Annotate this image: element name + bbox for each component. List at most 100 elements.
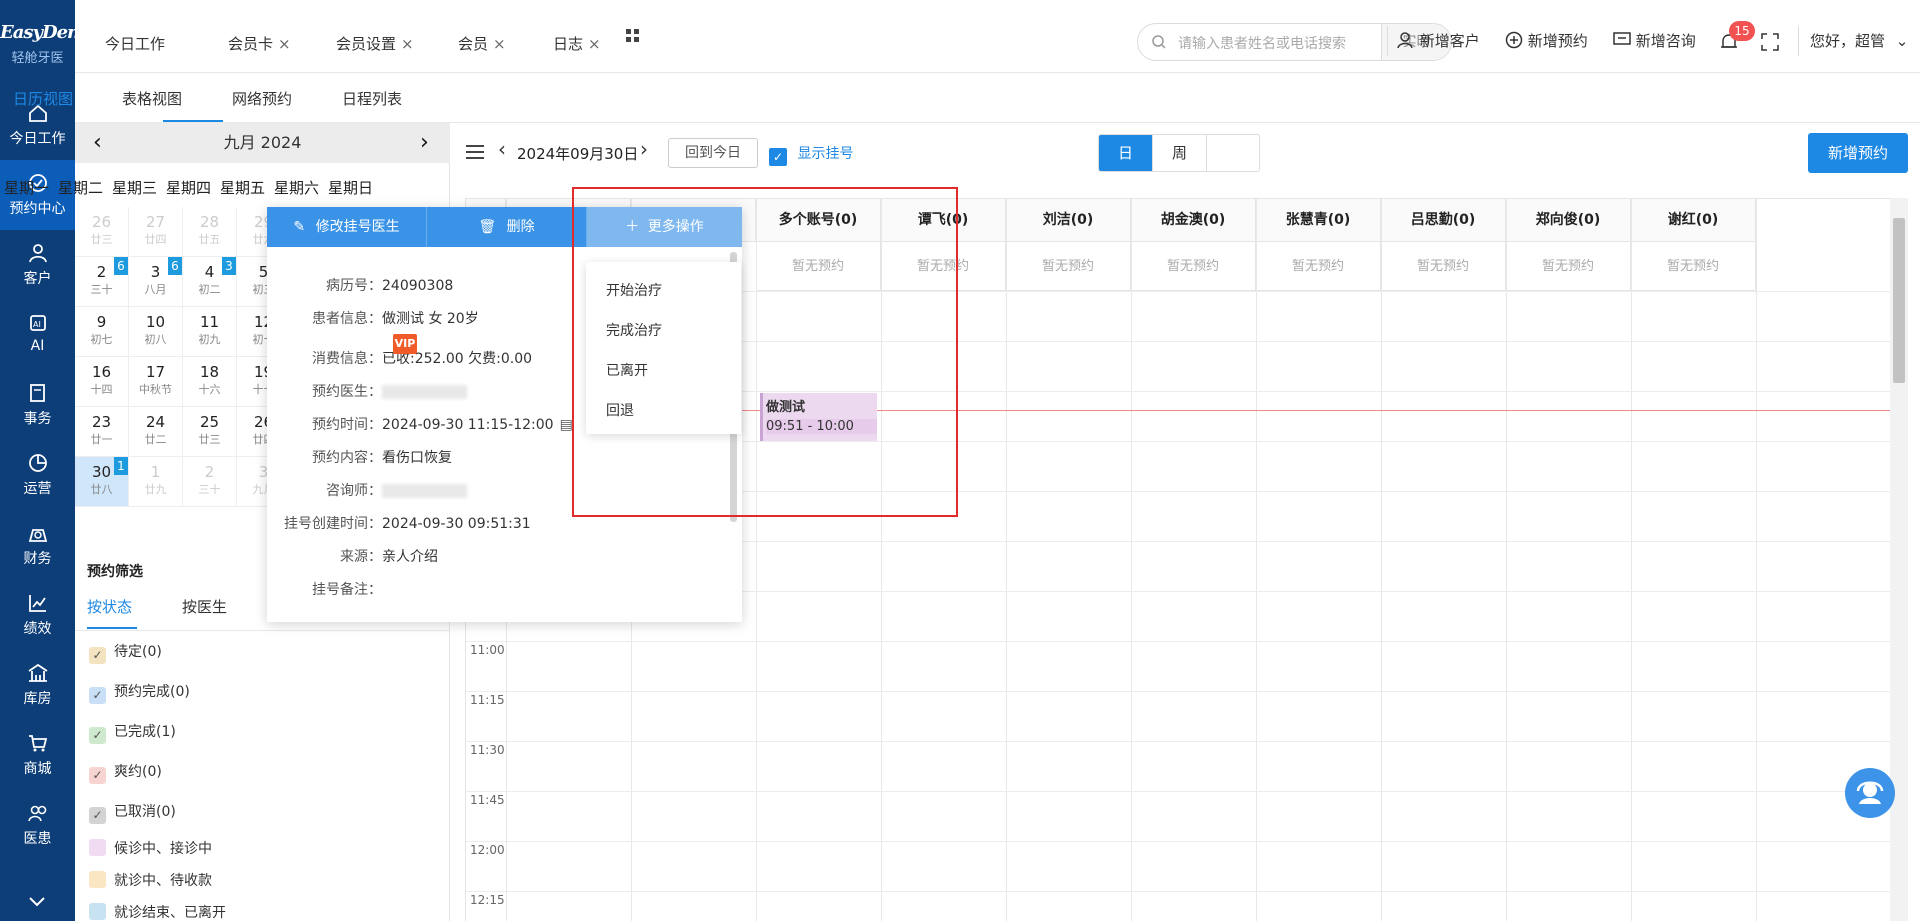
prev-day-arrow-icon[interactable]: ‹ bbox=[498, 137, 506, 161]
close-icon[interactable]: × bbox=[588, 35, 601, 53]
top-tab-2[interactable]: 会员设置 × bbox=[336, 33, 414, 54]
close-icon[interactable]: × bbox=[278, 35, 291, 53]
time-slot-label: 11:00 bbox=[470, 643, 505, 657]
doctor-column-header[interactable]: 张慧青(0) bbox=[1256, 199, 1381, 242]
calendar-day[interactable]: 16 十四 bbox=[75, 357, 129, 407]
back-to-today-button[interactable]: 回到今日 bbox=[668, 138, 758, 168]
doctor-column-header[interactable]: 吕思勤(0) bbox=[1381, 199, 1506, 242]
view-mode-0[interactable]: 日 bbox=[1099, 135, 1153, 171]
sidebar-item-9[interactable]: 商城 bbox=[0, 720, 75, 790]
no-appointment-label: 暂无预约 bbox=[1131, 242, 1256, 291]
doctor-column-header[interactable]: 胡金澳(0) bbox=[1131, 199, 1256, 242]
status-filter-checkbox[interactable]: ✓ 待定(0) bbox=[89, 641, 162, 664]
legend-swatch bbox=[89, 903, 106, 920]
view-mode-switch: 日周月 bbox=[1098, 134, 1260, 172]
status-filter-checkbox[interactable]: ✓ 已取消(0) bbox=[89, 801, 176, 824]
fullscreen-icon[interactable] bbox=[1761, 33, 1779, 55]
view-mode-1[interactable]: 周 bbox=[1153, 135, 1207, 171]
time-slot-label: 11:15 bbox=[470, 693, 505, 707]
search-input[interactable]: 请输入患者姓名或电话搜索 bbox=[1178, 33, 1346, 53]
customer-service-button[interactable] bbox=[1845, 768, 1895, 818]
subtab-3[interactable]: 日程列表 bbox=[342, 88, 402, 109]
subtab-1[interactable]: 表格视图 bbox=[122, 88, 182, 109]
current-date[interactable]: 2024年09月30日 bbox=[517, 143, 638, 164]
checkbox-checked-icon: ✓ bbox=[89, 767, 106, 784]
calendar-day[interactable]: 28 廿五 bbox=[183, 207, 237, 257]
sidebar-item-4[interactable]: 事务 bbox=[0, 370, 75, 440]
document-icon[interactable]: ▤ bbox=[560, 417, 573, 433]
calendar-day[interactable]: 2 三十 6 bbox=[75, 257, 129, 307]
status-filter-checkbox[interactable]: ✓ 预约完成(0) bbox=[89, 681, 190, 704]
sidebar-item-6[interactable]: 财务 bbox=[0, 510, 75, 580]
calendar-day[interactable]: 10 初八 bbox=[129, 307, 183, 357]
top-tab-1[interactable]: 会员卡 × bbox=[228, 33, 291, 54]
status-filter-checkbox[interactable]: ✓ 已完成(1) bbox=[89, 721, 176, 744]
close-icon[interactable]: × bbox=[493, 35, 506, 53]
calendar-day[interactable]: 18 十六 bbox=[183, 357, 237, 407]
sidebar-item-8[interactable]: 库房 bbox=[0, 650, 75, 720]
doctor-column-header[interactable]: 谢红(0) bbox=[1631, 199, 1756, 242]
top-tab-0[interactable]: 今日工作 bbox=[105, 33, 165, 54]
sidebar-item-10[interactable]: 医患 bbox=[0, 790, 75, 860]
calendar-day[interactable]: 25 廿三 bbox=[183, 407, 237, 457]
weekday-label: 星期一 bbox=[4, 179, 50, 197]
sidebar-item-2[interactable]: 客户 bbox=[0, 230, 75, 300]
calendar-day[interactable]: 26 廿三 bbox=[75, 207, 129, 257]
doctor-column-header[interactable]: 刘洁(0) bbox=[1006, 199, 1131, 242]
notification-count-badge: 15 bbox=[1729, 21, 1755, 41]
sidebar-collapse-chevron-icon[interactable] bbox=[26, 890, 48, 912]
calendar-day[interactable]: 11 初九 bbox=[183, 307, 237, 357]
prev-month-arrow-icon[interactable]: ‹ bbox=[93, 123, 102, 163]
top-tab-3[interactable]: 会员 × bbox=[458, 33, 506, 54]
new-appointment-button[interactable]: 新增预约 bbox=[1505, 30, 1588, 51]
calendar-day[interactable]: 1 廿九 bbox=[129, 457, 183, 507]
delete-button[interactable]: 🗑 删除 bbox=[427, 207, 587, 247]
weekday-label: 星期日 bbox=[328, 179, 374, 197]
filter-title: 预约筛选 bbox=[87, 564, 143, 580]
calendar-day[interactable]: 23 廿一 bbox=[75, 407, 129, 457]
checkbox-checked-icon: ✓ bbox=[89, 687, 106, 704]
user-menu[interactable]: 您好，超管 ⌄ bbox=[1810, 30, 1908, 51]
view-mode-2[interactable]: 月 bbox=[1099, 171, 1153, 172]
grid-scrollbar-thumb[interactable] bbox=[1893, 218, 1905, 383]
subtab-2[interactable]: 网络预约 bbox=[232, 88, 292, 109]
show-registration-checkbox[interactable]: ✓ 显示挂号 bbox=[769, 143, 853, 166]
new-appointment-primary-button[interactable]: 新增预约 bbox=[1808, 133, 1908, 173]
weekday-label: 星期六 bbox=[274, 179, 320, 197]
top-tab-4[interactable]: 日志 × bbox=[553, 33, 601, 54]
subtab-0[interactable]: 日历视图 bbox=[13, 88, 73, 109]
status-filter-checkbox[interactable]: ✓ 爽约(0) bbox=[89, 761, 162, 784]
next-month-arrow-icon[interactable]: › bbox=[420, 123, 429, 163]
calendar-day[interactable]: 17 中秋节 bbox=[129, 357, 183, 407]
calendar-day[interactable]: 24 廿二 bbox=[129, 407, 183, 457]
grid-column-line bbox=[1756, 199, 1757, 921]
menu-toggle-icon[interactable] bbox=[466, 144, 484, 164]
detail-row: 预约内容：看伤口恢复 bbox=[312, 450, 452, 466]
status-legend-item: 就诊中、待收款 bbox=[89, 870, 212, 890]
weekday-label: 星期四 bbox=[166, 179, 212, 197]
calendar-day[interactable]: 27 廿四 bbox=[129, 207, 183, 257]
sidebar-item-3[interactable]: AI AI bbox=[0, 300, 75, 370]
sidebar-item-5[interactable]: 运营 bbox=[0, 440, 75, 510]
app-logo[interactable]: EasyDent 轻舱牙医 bbox=[0, 0, 87, 82]
grid-column-line bbox=[1006, 199, 1007, 921]
svg-text:AI: AI bbox=[33, 320, 41, 329]
calendar-day[interactable]: 9 初七 bbox=[75, 307, 129, 357]
sidebar-item-label: AI bbox=[30, 338, 45, 354]
calendar-day[interactable]: 2 三十 bbox=[183, 457, 237, 507]
edit-doctor-button[interactable]: ✎ 修改挂号医生 bbox=[267, 207, 427, 247]
new-customer-button[interactable]: 新增客户 bbox=[1397, 30, 1480, 51]
close-icon[interactable]: × bbox=[401, 35, 414, 53]
doctor-column-header[interactable]: 郑向俊(0) bbox=[1506, 199, 1631, 242]
filter-tab-1[interactable]: 按医生 bbox=[182, 596, 227, 617]
apps-grid-icon[interactable] bbox=[626, 29, 640, 47]
calendar-day[interactable]: 4 初二 3 bbox=[183, 257, 237, 307]
next-day-arrow-icon[interactable]: › bbox=[640, 137, 648, 161]
filter-tab-0[interactable]: 按状态 bbox=[87, 596, 132, 617]
calendar-day[interactable]: 30 廿八 1 bbox=[75, 457, 129, 507]
calendar-day[interactable]: 3 八月 6 bbox=[129, 257, 183, 307]
grid-column-line bbox=[1506, 199, 1507, 921]
no-appointment-label: 暂无预约 bbox=[1006, 242, 1131, 291]
new-consult-button[interactable]: 新增咨询 bbox=[1613, 30, 1696, 51]
sidebar-item-7[interactable]: 绩效 bbox=[0, 580, 75, 650]
